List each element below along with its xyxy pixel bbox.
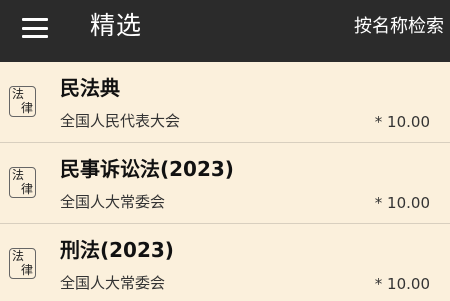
badge-bottom-char: 律 bbox=[20, 182, 33, 196]
badge-top-char: 法 bbox=[12, 249, 25, 263]
menu-icon-line bbox=[22, 35, 48, 38]
badge-top-char: 法 bbox=[12, 168, 25, 182]
item-publisher: 全国人民代表大会 bbox=[60, 112, 181, 130]
item-title: 刑法(2023) bbox=[60, 238, 174, 262]
top-app-bar: 精选 按名称检索 bbox=[0, 0, 450, 62]
law-badge-icon: 法 律 bbox=[9, 248, 36, 279]
badge-top-char: 法 bbox=[12, 87, 25, 101]
item-price: * 10.00 bbox=[374, 275, 430, 293]
menu-icon[interactable] bbox=[22, 18, 48, 38]
list-item[interactable]: 法 律 民法典 全国人民代表大会 * 10.00 bbox=[0, 62, 450, 143]
law-badge-icon: 法 律 bbox=[9, 86, 36, 117]
item-price: * 10.00 bbox=[374, 194, 430, 212]
item-title: 民事诉讼法(2023) bbox=[60, 157, 234, 181]
item-price: * 10.00 bbox=[374, 113, 430, 131]
item-publisher: 全国人大常委会 bbox=[60, 193, 166, 211]
search-by-name-button[interactable]: 按名称检索 bbox=[354, 14, 444, 40]
menu-icon-line bbox=[22, 18, 48, 21]
item-publisher: 全国人大常委会 bbox=[60, 274, 166, 292]
badge-bottom-char: 律 bbox=[20, 101, 33, 115]
menu-icon-line bbox=[22, 26, 48, 30]
page-title: 精选 bbox=[90, 11, 143, 40]
list-item[interactable]: 法 律 刑法(2023) 全国人大常委会 * 10.00 bbox=[0, 224, 450, 301]
law-list: 法 律 民法典 全国人民代表大会 * 10.00 法 律 民事诉讼法(2023)… bbox=[0, 62, 450, 301]
list-item[interactable]: 法 律 民事诉讼法(2023) 全国人大常委会 * 10.00 bbox=[0, 143, 450, 224]
app-root: 精选 按名称检索 法 律 民法典 全国人民代表大会 * 10.00 法 律 民事… bbox=[0, 0, 450, 301]
law-badge-icon: 法 律 bbox=[9, 167, 36, 198]
item-title: 民法典 bbox=[60, 76, 120, 100]
badge-bottom-char: 律 bbox=[20, 263, 33, 277]
